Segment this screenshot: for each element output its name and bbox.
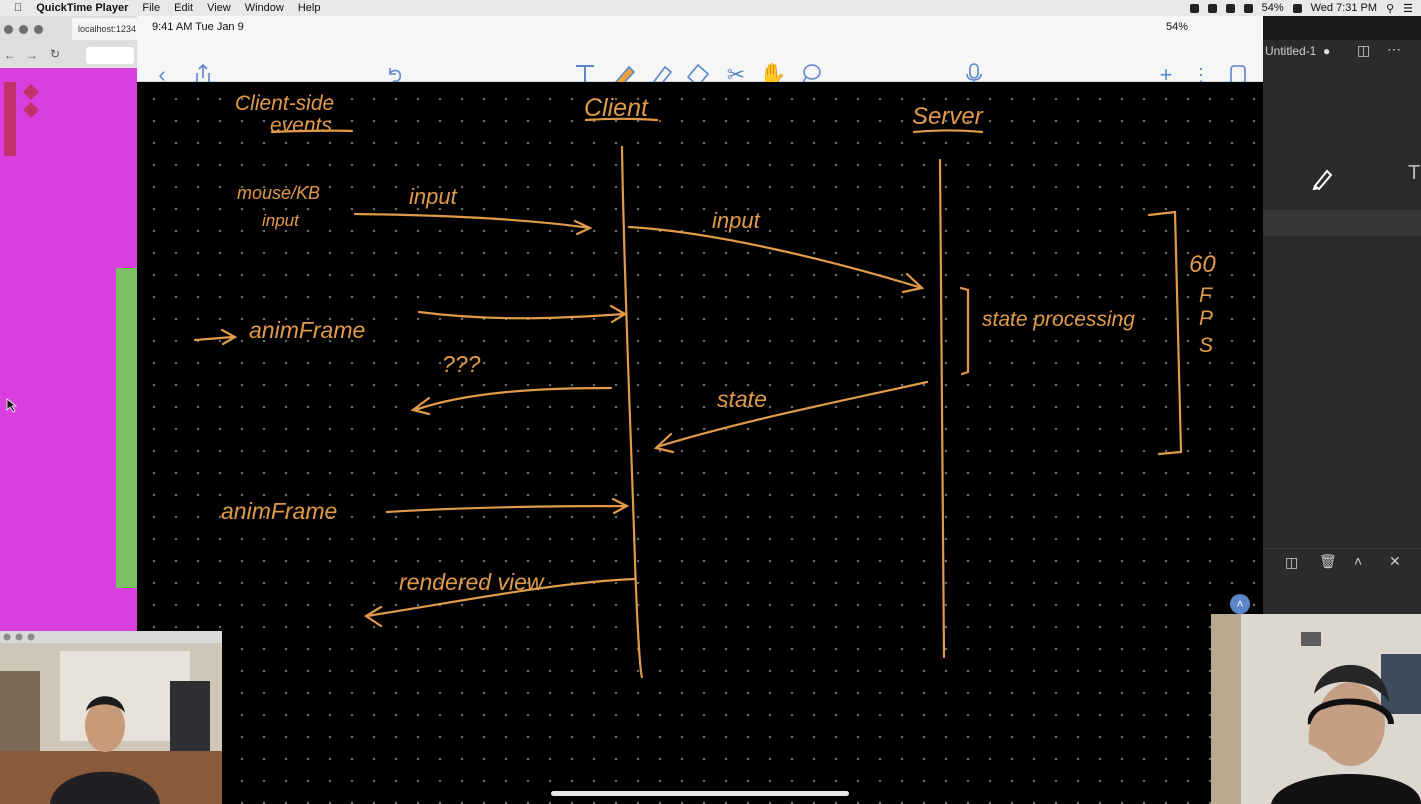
label-events: events (270, 114, 332, 137)
close-icon[interactable]: ✕ (1389, 553, 1401, 570)
label-state-processing: state processing (982, 308, 1135, 331)
menu-app-name[interactable]: QuickTime Player (36, 2, 128, 14)
mouse-cursor-icon (6, 398, 18, 413)
menubar-tray: 54% Wed 7:31 PM ⚲ ☰ (1189, 0, 1413, 16)
label-animframe-1: animFrame (249, 317, 365, 343)
label-input-right: input (712, 208, 761, 233)
wifi-icon[interactable] (1243, 3, 1253, 13)
label-mouse-kb: mouse/KB (237, 183, 320, 203)
tray-icon[interactable] (1189, 3, 1199, 13)
game-object (116, 268, 137, 588)
label-unknown: ??? (442, 351, 481, 377)
tray-icon[interactable] (1225, 3, 1235, 13)
tray-icon[interactable] (1207, 3, 1217, 13)
sketch-layer: Client-side events Client Server mouse/K… (193, 92, 1216, 679)
animframe-arrow-2 (385, 497, 630, 515)
ipad-status-battery: 54% (1166, 21, 1189, 33)
browser-tab[interactable]: localhost:1234 (72, 18, 137, 40)
close-window-icon[interactable] (4, 25, 13, 34)
home-indicator (551, 791, 849, 796)
editor-tab-title[interactable]: Untitled-1 (1265, 44, 1316, 58)
menu-window[interactable]: Window (245, 2, 284, 14)
label-input-small: input (262, 211, 300, 230)
split-panel-icon[interactable]: ◫ (1285, 554, 1298, 571)
webcam-left (0, 631, 222, 804)
fps-bracket (1147, 210, 1183, 456)
selected-row[interactable] (1263, 210, 1421, 236)
label-input-left: input (409, 184, 458, 209)
back-icon[interactable]: ← (4, 48, 16, 62)
label-server: Server (912, 103, 984, 130)
game-sprite (23, 84, 39, 118)
game-object (4, 82, 16, 156)
menu-edit[interactable]: Edit (174, 2, 193, 14)
search-icon[interactable]: ⚲ (1386, 2, 1394, 15)
label-fps-60: 60 (1189, 251, 1216, 278)
menubar-clock[interactable]: Wed 7:31 PM (1311, 2, 1377, 14)
panel-bar: ◫ 🗑 ˄ ✕ (1263, 548, 1421, 579)
unknown-arrow (410, 386, 613, 416)
menu-help[interactable]: Help (298, 2, 321, 14)
ipad-status-time: 9:41 AM Tue Jan 9 (152, 21, 244, 33)
label-client: Client (584, 94, 649, 122)
address-bar[interactable] (86, 47, 134, 64)
scroll-up-button[interactable]: ˄ (1230, 594, 1250, 614)
webcam-left-video (0, 631, 222, 804)
text-icon[interactable]: T (1408, 162, 1420, 185)
webcam-right-video (1211, 614, 1421, 804)
animframe-arrow-1 (417, 304, 628, 324)
menu-file[interactable]: File (142, 2, 160, 14)
minimize-window-icon[interactable] (19, 25, 28, 34)
forward-icon[interactable]: → (26, 48, 38, 62)
trash-icon[interactable]: 🗑 (1319, 553, 1337, 570)
input-arrow-left (353, 212, 593, 236)
maximize-window-icon[interactable] (34, 25, 43, 34)
mac-menubar:  QuickTime Player File Edit View Window… (0, 0, 1421, 16)
server-lifeline (938, 158, 946, 659)
edit-pencil-icon[interactable] (1311, 166, 1335, 190)
battery-icon[interactable] (1292, 3, 1302, 13)
editor-tab-bar: Untitled-1 ● ◫ ⋯ (1263, 40, 1421, 64)
label-fps-f: F (1199, 284, 1213, 307)
state-arrow (653, 380, 929, 454)
label-fps-s: S (1199, 334, 1213, 357)
more-actions-icon[interactable]: ⋯ (1387, 41, 1401, 58)
apple-icon[interactable]:  (14, 2, 22, 14)
control-center-icon[interactable]: ☰ (1403, 2, 1413, 15)
notes-toolbar: ‹ ✂ ✋ + ⋮ (137, 16, 1263, 89)
battery-percent[interactable]: 54% (1262, 2, 1284, 14)
label-state: state (717, 386, 767, 412)
unsaved-dot-icon[interactable]: ● (1323, 44, 1330, 58)
label-animframe-2: animFrame (221, 498, 337, 524)
menu-view[interactable]: View (207, 2, 231, 14)
label-fps-p: P (1199, 307, 1213, 330)
processing-bracket (959, 286, 970, 376)
label-rendered-view: rendered view (399, 569, 545, 595)
webcam-right (1211, 614, 1421, 804)
reload-icon[interactable]: ↻ (50, 47, 60, 61)
split-editor-icon[interactable]: ◫ (1357, 42, 1370, 59)
chevron-up-icon[interactable]: ˄ (1354, 553, 1362, 569)
event-arrow (193, 328, 238, 346)
input-arrow-right (627, 225, 925, 294)
label-client-side: Client-side (235, 92, 334, 115)
